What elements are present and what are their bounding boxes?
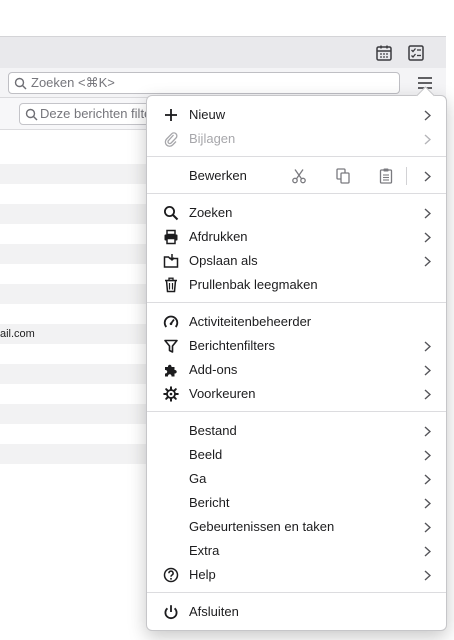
menu-item-message-filters[interactable]: Berichtenfilters <box>147 334 446 358</box>
menu-item-label: Bericht <box>189 495 230 510</box>
menu-item-print[interactable]: Afdrukken <box>147 225 446 249</box>
menu-item-search[interactable]: Zoeken <box>147 201 446 225</box>
search-icon <box>25 108 38 121</box>
paperclip-icon <box>164 132 178 147</box>
menu-item-events-tasks[interactable]: Gebeurtenissen en taken <box>147 515 446 539</box>
vertical-divider <box>406 167 407 185</box>
calendar-icon[interactable] <box>374 43 394 63</box>
menu-item-label: Bijlagen <box>189 131 236 146</box>
gear-icon <box>163 386 179 402</box>
menu-item-view[interactable]: Beeld <box>147 443 446 467</box>
menu-item-label: Beeld <box>189 447 223 462</box>
power-icon <box>164 605 178 620</box>
menu-item-label: Activiteitenbeheerder <box>189 314 312 329</box>
menu-item-empty-trash[interactable]: Prullenbak leegmaken <box>147 273 446 297</box>
paste-icon[interactable] <box>377 167 395 185</box>
menu-item-addons[interactable]: Add-ons <box>147 358 446 382</box>
app-menu: Nieuw Bijlagen Bewerken Zoeken Afdrukken… <box>146 95 447 631</box>
plus-icon <box>165 109 177 121</box>
menu-item-save-as[interactable]: Opslaan als <box>147 249 446 273</box>
search-icon <box>164 206 179 221</box>
menu-item-label: Help <box>189 567 216 582</box>
menu-item-label: Afdrukken <box>189 229 248 244</box>
menu-item-label: Bestand <box>189 423 237 438</box>
menu-item-label: Zoeken <box>189 205 233 220</box>
main-toolbar: Zoeken <⌘K> <box>0 68 446 98</box>
puzzle-icon <box>165 364 177 377</box>
chevron-right-icon <box>424 134 431 145</box>
menu-separator <box>147 156 446 157</box>
menu-separator <box>147 411 446 412</box>
global-search-input[interactable]: Zoeken <⌘K> <box>8 72 400 94</box>
chevron-right-icon <box>424 208 431 219</box>
menu-item-preferences[interactable]: Voorkeuren <box>147 382 446 406</box>
menu-item-label: Gebeurtenissen en taken <box>189 519 335 534</box>
menu-item-label: Bewerken <box>189 168 247 183</box>
search-icon <box>14 77 27 90</box>
menu-item-label: Add-ons <box>189 362 238 377</box>
menu-item-label: Ga <box>189 471 207 486</box>
trash-icon <box>165 277 177 293</box>
chevron-right-icon[interactable] <box>424 171 431 182</box>
menu-item-quit[interactable]: Afsluiten <box>147 600 446 624</box>
cut-icon[interactable] <box>290 167 308 185</box>
chevron-right-icon <box>424 365 431 376</box>
chevron-right-icon <box>424 522 431 533</box>
menu-item-label: Nieuw <box>189 107 226 122</box>
search-placeholder: Zoeken <⌘K> <box>31 75 115 90</box>
menu-item-new[interactable]: Nieuw <box>147 103 446 127</box>
menu-item-message[interactable]: Bericht <box>147 491 446 515</box>
help-icon <box>163 567 179 583</box>
tasks-icon[interactable] <box>406 43 426 63</box>
menu-separator <box>147 592 446 593</box>
gauge-icon <box>163 315 179 328</box>
chevron-right-icon <box>424 450 431 461</box>
menu-item-label: Opslaan als <box>189 253 258 268</box>
printer-icon <box>164 229 178 245</box>
chevron-right-icon <box>424 474 431 485</box>
copy-icon[interactable] <box>334 167 352 185</box>
chevron-right-icon <box>424 232 431 243</box>
menu-item-label: Afsluiten <box>189 604 239 619</box>
menu-item-help[interactable]: Help <box>147 563 446 587</box>
menu-separator <box>147 193 446 194</box>
menu-item-go[interactable]: Ga <box>147 467 446 491</box>
menu-item-label: Voorkeuren <box>189 386 256 401</box>
chevron-right-icon <box>424 570 431 581</box>
chevron-right-icon <box>424 341 431 352</box>
menu-item-file[interactable]: Bestand <box>147 419 446 443</box>
chevron-right-icon <box>424 546 431 557</box>
chevron-right-icon <box>424 110 431 121</box>
chevron-right-icon <box>424 256 431 267</box>
chevron-right-icon <box>424 389 431 400</box>
menu-item-attachments: Bijlagen <box>147 127 446 151</box>
save-folder-icon <box>163 254 179 268</box>
filter-icon <box>164 339 178 353</box>
chevron-right-icon <box>424 426 431 437</box>
menu-item-label: Extra <box>189 543 220 558</box>
chevron-right-icon <box>424 498 431 509</box>
menu-item-label: Berichtenfilters <box>189 338 275 353</box>
menu-item-activity-manager[interactable]: Activiteitenbeheerder <box>147 310 446 334</box>
title-bar <box>0 36 446 68</box>
menu-separator <box>147 302 446 303</box>
menu-item-label: Prullenbak leegmaken <box>189 277 318 292</box>
menu-item-tools[interactable]: Extra <box>147 539 446 563</box>
menu-item-edit: Bewerken <box>147 164 446 188</box>
